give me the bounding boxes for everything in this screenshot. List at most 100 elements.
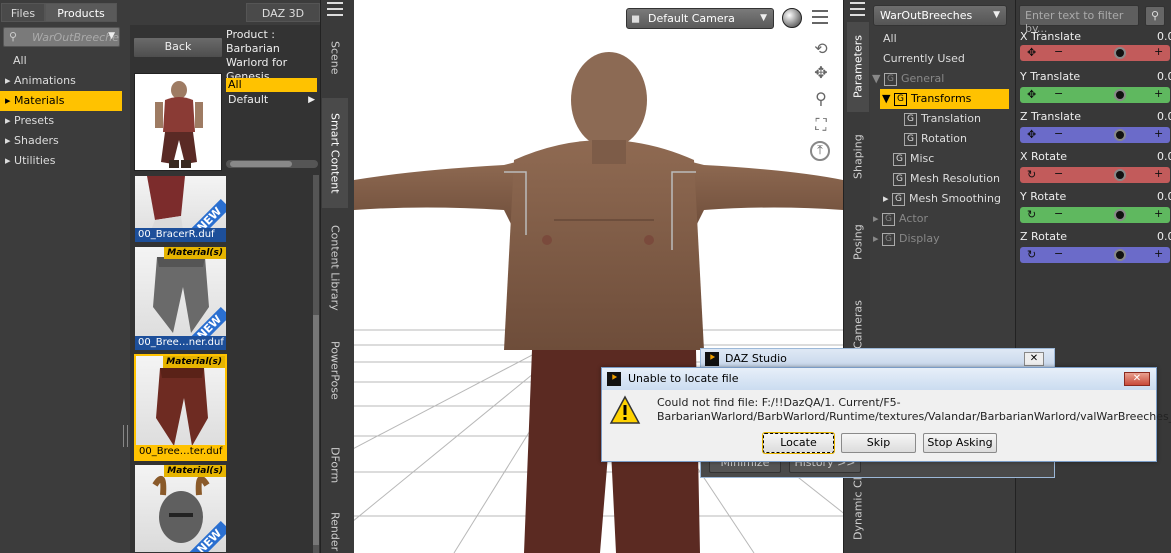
tree-item-all[interactable]: All — [870, 29, 1015, 49]
nav-item-shaders[interactable]: ▸ Shaders — [0, 131, 122, 151]
horizontal-scrollbar[interactable] — [226, 160, 318, 168]
vertical-scrollbar[interactable] — [313, 175, 319, 553]
tree-item-general[interactable]: ▼ G General — [872, 69, 944, 89]
filter-input[interactable]: Enter text to filter by... — [1019, 5, 1139, 35]
slider-x-translate[interactable]: ✥ − + — [1020, 45, 1170, 61]
tree-item-mesh-smoothing[interactable]: ▸ G Mesh Smoothing — [883, 189, 1001, 209]
increment-icon[interactable]: + — [1154, 45, 1163, 58]
decrement-icon[interactable]: − — [1054, 127, 1063, 140]
tab-smart-content[interactable]: Smart Content — [322, 98, 348, 208]
tree-item-mesh-resolution[interactable]: G Mesh Resolution — [893, 169, 1000, 189]
tab-shaping[interactable]: Shaping — [847, 122, 869, 192]
decrement-icon[interactable]: − — [1054, 167, 1063, 180]
scrollbar-thumb[interactable] — [230, 161, 292, 167]
tree-item-display[interactable]: ▸ G Display — [873, 229, 940, 249]
thumbnail-breeches-inner[interactable]: Material(s) NEW 00_Bree…ner.duf — [134, 246, 227, 351]
slider-label-z-translate: Z Translate — [1020, 110, 1081, 123]
thumbnail-breeches-outer[interactable]: Material(s) 00_Bree…ter.duf — [134, 354, 227, 461]
slider-y-rotate[interactable]: ↻ − + — [1020, 207, 1170, 223]
slider-value[interactable]: 0.0 — [1157, 110, 1171, 123]
slider-value[interactable]: 0.0 — [1157, 30, 1171, 43]
nav-item-all[interactable]: All — [0, 51, 122, 71]
decrement-icon[interactable]: − — [1054, 87, 1063, 100]
camera-dropdown[interactable]: ◼ Default Camera ▼ — [626, 8, 774, 29]
splitter-handle[interactable] — [123, 425, 128, 447]
close-icon[interactable]: ✕ — [1124, 372, 1150, 386]
viewport-menu-icon[interactable] — [812, 10, 828, 24]
tree-item-currently-used[interactable]: Currently Used — [870, 49, 1015, 69]
orbit-icon[interactable]: ⟲ — [810, 38, 832, 60]
slider-z-translate[interactable]: ✥ − + — [1020, 127, 1170, 143]
tab-files[interactable]: Files — [1, 3, 45, 22]
slider-z-rotate[interactable]: ↻ − + — [1020, 247, 1170, 263]
nav-label: Animations — [14, 74, 76, 87]
slider-value[interactable]: 0.0 — [1157, 190, 1171, 203]
tab-dform[interactable]: DForm — [322, 435, 348, 495]
tab-daz-store[interactable]: DAZ 3D Store — [246, 3, 320, 39]
tree-item-translation[interactable]: G Translation — [904, 109, 981, 129]
pan-icon[interactable]: ✥ — [810, 62, 832, 84]
reset-view-icon[interactable]: ⤒ — [810, 141, 830, 161]
slider-knob[interactable] — [1114, 209, 1126, 221]
draw-style-icon[interactable] — [782, 8, 802, 28]
decrement-icon[interactable]: − — [1054, 247, 1063, 260]
increment-icon[interactable]: + — [1154, 247, 1163, 260]
tab-render[interactable]: Render — [322, 510, 348, 553]
slider-x-rotate[interactable]: ↻ − + — [1020, 167, 1170, 183]
nav-item-animations[interactable]: ▸ Animations — [0, 71, 122, 91]
thumbnail-bracer[interactable]: NEW 00_BracerR.duf — [134, 175, 227, 243]
stop-asking-button[interactable]: Stop Asking — [923, 433, 997, 453]
nav-item-utilities[interactable]: ▸ Utilities — [0, 151, 122, 171]
product-image — [134, 73, 222, 171]
slider-knob[interactable] — [1114, 129, 1126, 141]
node-label: WarOutBreeches — [880, 9, 973, 22]
slider-value[interactable]: 0.0 — [1157, 70, 1171, 83]
slider-knob[interactable] — [1114, 89, 1126, 101]
rotate-icon: ↻ — [1027, 248, 1037, 261]
menu-icon[interactable] — [850, 2, 865, 16]
filter-dropdown[interactable]: ⚲ WarOutBreeche ▼ — [3, 27, 120, 47]
slider-value[interactable]: 0.0 — [1157, 230, 1171, 243]
nav-item-materials[interactable]: ▸ Materials — [0, 91, 122, 111]
tab-posing[interactable]: Posing — [847, 210, 869, 275]
increment-icon[interactable]: + — [1154, 167, 1163, 180]
slider-knob[interactable] — [1114, 249, 1126, 261]
tab-scene[interactable]: Scene — [322, 22, 348, 94]
tab-powerpose[interactable]: PowerPose — [322, 330, 348, 410]
increment-icon[interactable]: + — [1154, 87, 1163, 100]
decrement-icon[interactable]: − — [1054, 207, 1063, 220]
category-default[interactable]: Default ▶ — [226, 93, 317, 107]
menu-icon[interactable] — [327, 2, 343, 16]
filter-menu-icon[interactable]: ⚲ — [1145, 6, 1165, 26]
scrollbar-thumb[interactable] — [313, 315, 319, 545]
locate-button[interactable]: Locate — [762, 432, 835, 454]
node-dropdown[interactable]: WarOutBreeches ▼ — [873, 5, 1007, 26]
camera-icon: ◼ — [631, 12, 641, 25]
nav-item-presets[interactable]: ▸ Presets — [0, 111, 122, 131]
close-icon[interactable]: ✕ — [1024, 352, 1044, 366]
slider-label-x-rotate: X Rotate — [1020, 150, 1068, 163]
slider-knob[interactable] — [1114, 47, 1126, 59]
slider-y-translate[interactable]: ✥ − + — [1020, 87, 1170, 103]
slider-knob[interactable] — [1114, 169, 1126, 181]
tree-item-rotation[interactable]: G Rotation — [904, 129, 967, 149]
decrement-icon[interactable]: − — [1054, 45, 1063, 58]
tab-parameters[interactable]: Parameters — [847, 22, 869, 112]
thumbnail-helmet[interactable]: Material(s) NEW — [134, 464, 227, 553]
back-button[interactable]: Back — [133, 37, 223, 58]
tree-label: Mesh Smoothing — [909, 192, 1001, 205]
frame-icon[interactable]: ⛶ — [810, 114, 832, 136]
skip-button[interactable]: Skip — [841, 433, 916, 453]
nav-label: Utilities — [14, 154, 56, 167]
tab-content-library[interactable]: Content Library — [322, 215, 348, 320]
slider-value[interactable]: 0.0 — [1157, 150, 1171, 163]
tree-item-misc[interactable]: G Misc — [893, 149, 934, 169]
category-all[interactable]: All — [226, 78, 317, 92]
tab-products[interactable]: Products — [45, 3, 117, 22]
increment-icon[interactable]: + — [1154, 127, 1163, 140]
expand-arrow-icon: ▸ — [883, 192, 893, 205]
increment-icon[interactable]: + — [1154, 207, 1163, 220]
tree-item-transforms[interactable]: ▼ G Transforms — [880, 89, 1009, 109]
zoom-icon[interactable]: ⚲ — [810, 88, 832, 110]
tree-item-actor[interactable]: ▸ G Actor — [873, 209, 928, 229]
